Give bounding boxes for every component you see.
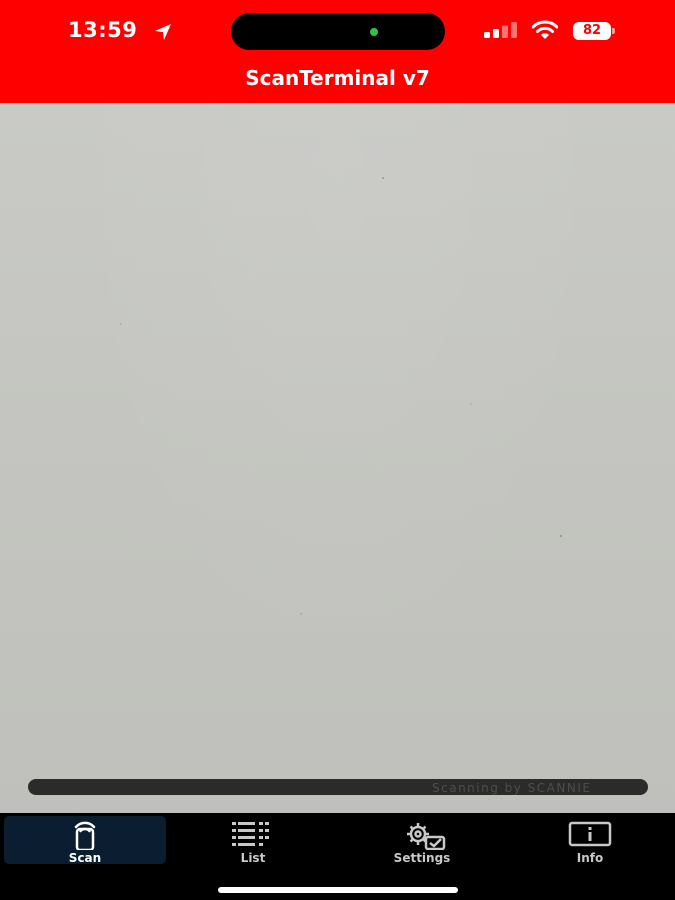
home-indicator[interactable]: [218, 887, 458, 893]
tab-list[interactable]: List: [172, 816, 334, 865]
battery-level: 82: [582, 23, 602, 38]
wifi-icon: [532, 20, 558, 39]
scanner-watermark: Scanning by SCANNIE: [432, 781, 592, 795]
tab-label: Info: [576, 851, 604, 865]
signal-bars-icon: [484, 22, 517, 38]
tab-scan[interactable]: Scan: [4, 816, 166, 865]
dynamic-island: [231, 13, 445, 50]
tab-settings[interactable]: Settings: [341, 816, 503, 865]
battery-icon: 82: [573, 22, 615, 40]
status-time: 13:59: [68, 18, 138, 42]
gear-settings-icon: [407, 823, 446, 850]
tab-bar: Scan List Settings Info: [0, 813, 675, 900]
list-icon: [232, 822, 269, 846]
tab-info[interactable]: Info: [509, 816, 671, 865]
app-title: ScanTerminal v7: [245, 66, 430, 90]
tab-label: List: [240, 851, 266, 865]
camera-preview[interactable]: [0, 103, 675, 813]
info-icon: [568, 821, 612, 847]
phone-scan-icon: [74, 821, 96, 850]
tab-label: Settings: [393, 851, 451, 865]
tab-label: Scan: [68, 851, 102, 865]
status-bar: 13:59 82: [0, 0, 675, 62]
location-arrow-icon: [155, 24, 171, 40]
camera-indicator-dot: [370, 28, 378, 36]
app-header: 13:59 82 ScanTerminal v7: [0, 0, 675, 103]
